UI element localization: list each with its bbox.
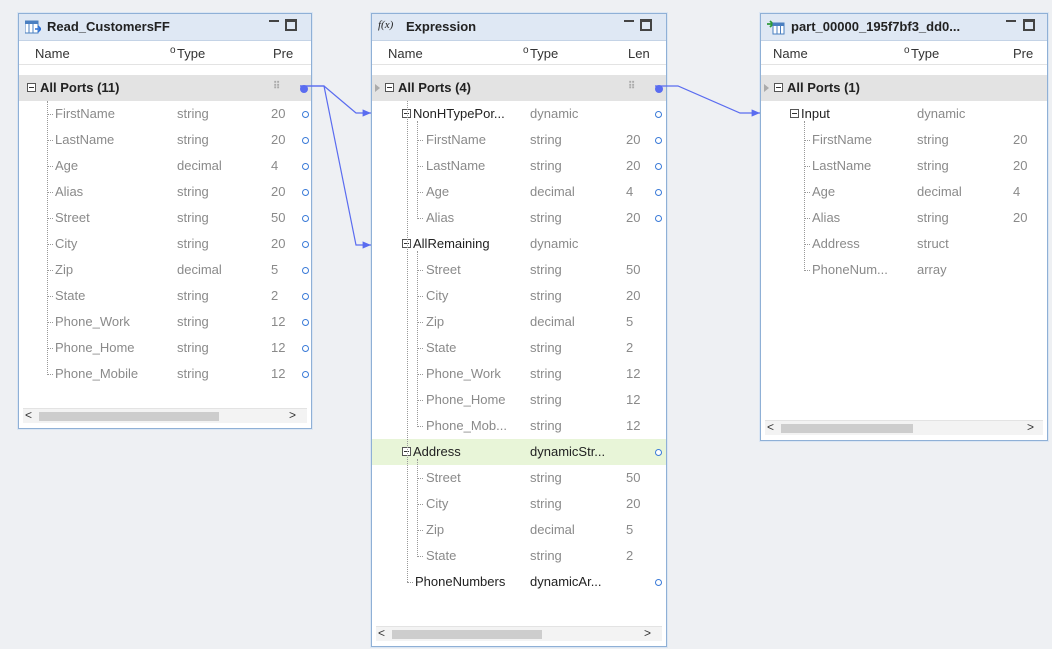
link-source-to-nonhtype[interactable]	[300, 85, 371, 117]
link-source-to-allremaining[interactable]	[300, 85, 371, 249]
link-layer	[300, 85, 760, 249]
link-expression-to-input[interactable]	[655, 85, 760, 117]
